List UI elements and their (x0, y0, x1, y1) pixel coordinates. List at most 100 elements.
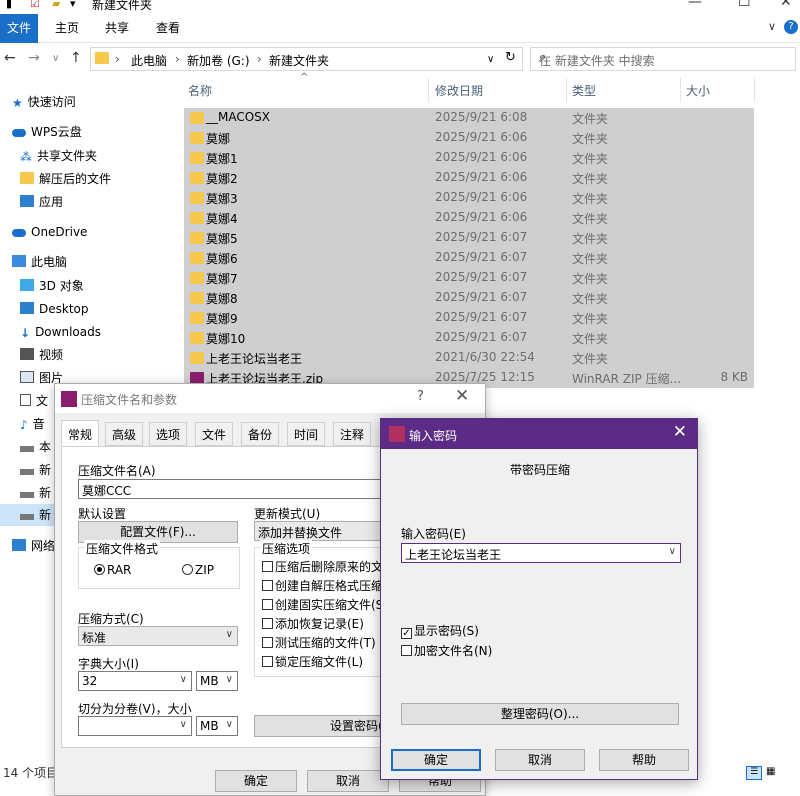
up-icon[interactable]: ↑ (70, 50, 82, 66)
sidebar-item-music[interactable]: ♪ 音 (20, 413, 45, 435)
file-row[interactable]: 莫娜4 2025/9/21 6:06 文件夹 (184, 208, 754, 228)
tab-comment[interactable]: 注释 (333, 422, 372, 446)
tab-share[interactable]: 共享 (95, 14, 139, 43)
file-row[interactable]: 莫娜6 2025/9/21 6:07 文件夹 (184, 248, 754, 268)
file-row[interactable]: 莫娜10 2025/9/21 6:07 文件夹 (184, 328, 754, 348)
sidebar-item-drive-3[interactable]: 新 (0, 504, 54, 526)
split-unit-select[interactable]: MB ∨ (196, 716, 238, 736)
help-icon[interactable]: ? (417, 389, 424, 404)
sidebar-item-apps[interactable]: 应用 (20, 191, 63, 213)
recovery-record-checkbox[interactable]: 添加恢复记录(E) (262, 615, 364, 632)
expand-ribbon-icon[interactable]: ∨ (768, 20, 776, 33)
back-icon[interactable]: ← (4, 50, 16, 66)
close-icon[interactable]: ✕ (455, 386, 469, 406)
close-icon[interactable]: ✕ (673, 422, 687, 442)
file-row[interactable]: 上老王论坛当老王 2021/6/30 22:54 文件夹 (184, 348, 754, 368)
dictionary-size-select[interactable]: 32 ∨ (78, 671, 192, 691)
sidebar-item-downloads[interactable]: ↓ Downloads (20, 321, 101, 343)
address-history-icon[interactable]: ∨ (487, 54, 494, 65)
test-archive-checkbox[interactable]: 测试压缩的文件(T) (262, 634, 376, 651)
show-password-checkbox[interactable]: ✓ 显示密码(S) (401, 622, 479, 639)
sidebar-item-onedrive[interactable]: OneDrive (12, 221, 87, 243)
maximize-icon[interactable]: ☐ (738, 0, 751, 10)
breadcrumb-this-pc[interactable]: 此电脑 (131, 52, 167, 69)
password-input[interactable]: 上老王论坛当老王 ∨ (401, 543, 681, 563)
delete-after-checkbox[interactable]: 压缩后删除原来的文 (262, 558, 383, 575)
file-row[interactable]: 莫娜1 2025/9/21 6:06 文件夹 (184, 148, 754, 168)
dictionary-unit-select[interactable]: MB ∨ (196, 671, 238, 691)
format-zip-radio[interactable]: ZIP (182, 563, 214, 577)
tab-file[interactable]: 文件 (0, 14, 39, 43)
details-view-icon[interactable]: ☰ (746, 766, 763, 780)
tab-options[interactable]: 选项 (149, 422, 188, 446)
file-type: 文件夹 (572, 212, 609, 226)
properties-icon[interactable]: ☑ (30, 0, 40, 10)
sidebar-item-drive-2[interactable]: 新 (20, 482, 51, 504)
file-row[interactable]: __MACOSX 2025/9/21 6:08 文件夹 (184, 108, 754, 128)
column-header-size[interactable]: 大小 (686, 82, 710, 99)
tab-home[interactable]: 主页 (45, 14, 89, 43)
sidebar-item-quick-access[interactable]: ★ 快速访问 (12, 91, 76, 113)
column-header-date[interactable]: 修改日期 (435, 82, 483, 99)
minimize-icon[interactable]: — (688, 0, 702, 10)
customize-qa-icon[interactable]: ▾ (70, 0, 76, 10)
help-icon[interactable]: ? (784, 20, 798, 34)
sidebar-item-3d-objects[interactable]: 3D 对象 (20, 275, 84, 297)
tab-view[interactable]: 查看 (146, 14, 190, 43)
organize-passwords-button[interactable]: 整理密码(O)... (401, 703, 679, 725)
sidebar-item-local-disk[interactable]: 本 (20, 436, 51, 458)
column-header-type[interactable]: 类型 (572, 82, 596, 99)
tab-files[interactable]: 文件 (195, 422, 234, 446)
file-row[interactable]: 莫娜9 2025/9/21 6:07 文件夹 (184, 308, 754, 328)
column-header-name[interactable]: 名称 (188, 82, 212, 99)
large-icons-view-icon[interactable]: ▦ (766, 766, 780, 780)
sidebar-item-videos[interactable]: 视频 (20, 344, 63, 366)
split-size-field[interactable]: ∨ (78, 716, 192, 736)
tab-backup[interactable]: 备份 (241, 422, 280, 446)
format-rar-radio[interactable]: RAR (94, 563, 131, 577)
file-row[interactable]: 莫娜3 2025/9/21 6:06 文件夹 (184, 188, 754, 208)
recent-locations-icon[interactable]: ∨ (52, 53, 59, 64)
file-row[interactable]: 莫娜2 2025/9/21 6:06 文件夹 (184, 168, 754, 188)
view-toggle: ☰ ▦ (746, 763, 780, 780)
column-divider[interactable] (754, 78, 755, 102)
sidebar-item-extracted[interactable]: 解压后的文件 (20, 168, 111, 190)
sfx-checkbox[interactable]: 创建自解压格式压缩 (262, 577, 383, 594)
forward-icon[interactable]: → (28, 50, 40, 66)
sidebar-item-shared-folder[interactable]: ⁂ 共享文件夹 (20, 145, 97, 167)
column-divider[interactable] (428, 78, 429, 102)
tab-general[interactable]: 常规 (61, 420, 100, 446)
sidebar-item-wps-cloud[interactable]: WPS云盘 (12, 121, 82, 143)
encrypt-filenames-checkbox[interactable]: 加密文件名(N) (401, 642, 492, 659)
column-divider[interactable] (680, 78, 681, 102)
password-cancel-button[interactable]: 取消 (495, 749, 585, 771)
cancel-button[interactable]: 取消 (307, 770, 389, 792)
ok-button[interactable]: 确定 (215, 770, 297, 792)
address-bar[interactable]: › 此电脑 › 新加卷 (G:) › 新建文件夹 ∨ ↻ (90, 47, 523, 71)
sidebar-item-drive-1[interactable]: 新 (20, 459, 51, 481)
sidebar-item-this-pc[interactable]: 此电脑 (12, 251, 67, 273)
file-row[interactable]: 莫娜5 2025/9/21 6:07 文件夹 (184, 228, 754, 248)
quick-access-icon[interactable]: ▮ (6, 0, 12, 10)
close-icon[interactable]: ✕ (780, 0, 792, 10)
column-divider[interactable] (566, 78, 567, 102)
file-row[interactable]: 莫娜8 2025/9/21 6:07 文件夹 (184, 288, 754, 308)
sidebar-item-network[interactable]: 网络 (12, 535, 55, 557)
sidebar-item-documents[interactable]: 文 (20, 390, 48, 412)
tab-time[interactable]: 时间 (287, 422, 326, 446)
breadcrumb-folder[interactable]: 新建文件夹 (269, 52, 329, 69)
file-row[interactable]: 莫娜7 2025/9/21 6:07 文件夹 (184, 268, 754, 288)
method-select[interactable]: 标准 ∨ (78, 626, 238, 646)
password-help-button[interactable]: 帮助 (599, 749, 689, 771)
file-name: 莫娜1 (206, 152, 238, 166)
refresh-icon[interactable]: ↻ (505, 50, 516, 65)
solid-checkbox[interactable]: 创建固实压缩文件(S) (262, 596, 388, 613)
tab-advanced[interactable]: 高级 (105, 422, 144, 446)
file-row[interactable]: 莫娜 2025/9/21 6:06 文件夹 (184, 128, 754, 148)
new-folder-icon[interactable]: ▰ (52, 0, 60, 10)
lock-archive-checkbox[interactable]: 锁定压缩文件(L) (262, 653, 363, 670)
password-ok-button[interactable]: 确定 (391, 749, 481, 771)
breadcrumb-drive[interactable]: 新加卷 (G:) (187, 52, 250, 69)
sidebar-item-desktop[interactable]: Desktop (20, 298, 89, 320)
search-input[interactable]: 在 新建文件夹 中搜索 ⌕ (530, 47, 796, 71)
